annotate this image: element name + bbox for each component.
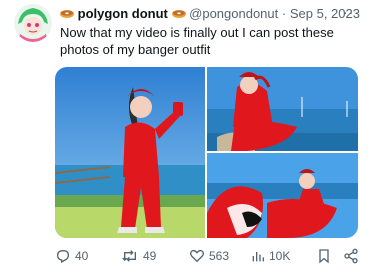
bookmark-icon	[317, 248, 331, 264]
tweet-text: Now that my video is finally out I can p…	[60, 25, 334, 57]
user-handle[interactable]: @pongondonut	[189, 6, 278, 21]
bookmark-button[interactable]	[317, 247, 331, 265]
photo-2[interactable]	[207, 67, 358, 151]
retweet-icon	[121, 248, 139, 264]
views-count: 10K	[269, 249, 291, 263]
heart-icon	[189, 248, 205, 264]
display-name[interactable]: polygon donut	[78, 6, 168, 21]
media-grid	[55, 67, 358, 238]
more-options-button[interactable]: ···	[343, 4, 360, 20]
reply-button[interactable]: 40	[55, 247, 88, 265]
share-icon	[343, 248, 359, 264]
reply-count: 40	[75, 249, 89, 263]
like-button[interactable]: 563	[189, 247, 229, 265]
tweet-header: polygon donut @pongondonut · Sep 5, 2023	[60, 6, 362, 22]
donut-emoji-left-icon	[60, 6, 78, 21]
photo-3[interactable]	[207, 153, 358, 238]
reply-icon	[55, 248, 71, 264]
share-button[interactable]	[343, 247, 359, 265]
views-button[interactable]: 10K	[251, 247, 290, 265]
avatar[interactable]	[14, 4, 52, 42]
retweet-button[interactable]: 49	[121, 247, 156, 265]
photo-1[interactable]	[55, 67, 205, 238]
retweet-count: 49	[143, 249, 157, 263]
donut-emoji-right-icon	[171, 6, 190, 21]
action-bar: 40 49 563 10K	[55, 247, 365, 265]
like-count: 563	[209, 249, 230, 263]
analytics-icon	[251, 248, 265, 264]
dot-separator: ·	[281, 6, 287, 21]
